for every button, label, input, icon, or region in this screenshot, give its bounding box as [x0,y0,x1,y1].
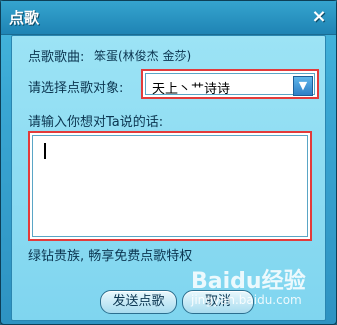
text-caret [44,143,46,159]
message-input[interactable] [32,135,308,237]
target-select-box[interactable]: 天上丶艹诗诗 ▼ [145,73,315,97]
target-selected-value: 天上丶艹诗诗 [152,82,231,97]
chevron-down-icon[interactable]: ▼ [293,76,313,96]
promo-text: 绿钻贵族, 畅享免费点歌特权 [28,249,193,264]
song-value: 笨蛋(林俊杰 金莎) [94,49,192,63]
form-panel: 点歌歌曲: 笨蛋(林俊杰 金莎) 请选择点歌对象: 天上丶艹诗诗 ▼ 请输入你想… [11,35,326,321]
target-label: 请选择点歌对象: [28,81,124,96]
send-request-button[interactable]: 发送点歌 [100,290,177,314]
cancel-button[interactable]: 取消 [182,290,254,314]
close-icon[interactable]: × [310,8,328,26]
title-bar[interactable]: 点歌 × [1,1,336,35]
song-request-dialog: 点歌 × 点歌歌曲: 笨蛋(林俊杰 金莎) 请选择点歌对象: 天上丶艹诗诗 ▼ … [0,0,337,325]
song-label: 点歌歌曲: [28,50,85,65]
dialog-title: 点歌 [9,9,40,27]
message-label: 请输入你想对Ta说的话: [28,115,164,130]
message-textarea[interactable] [28,131,312,241]
target-select[interactable]: 天上丶艹诗诗 ▼ [141,69,319,99]
